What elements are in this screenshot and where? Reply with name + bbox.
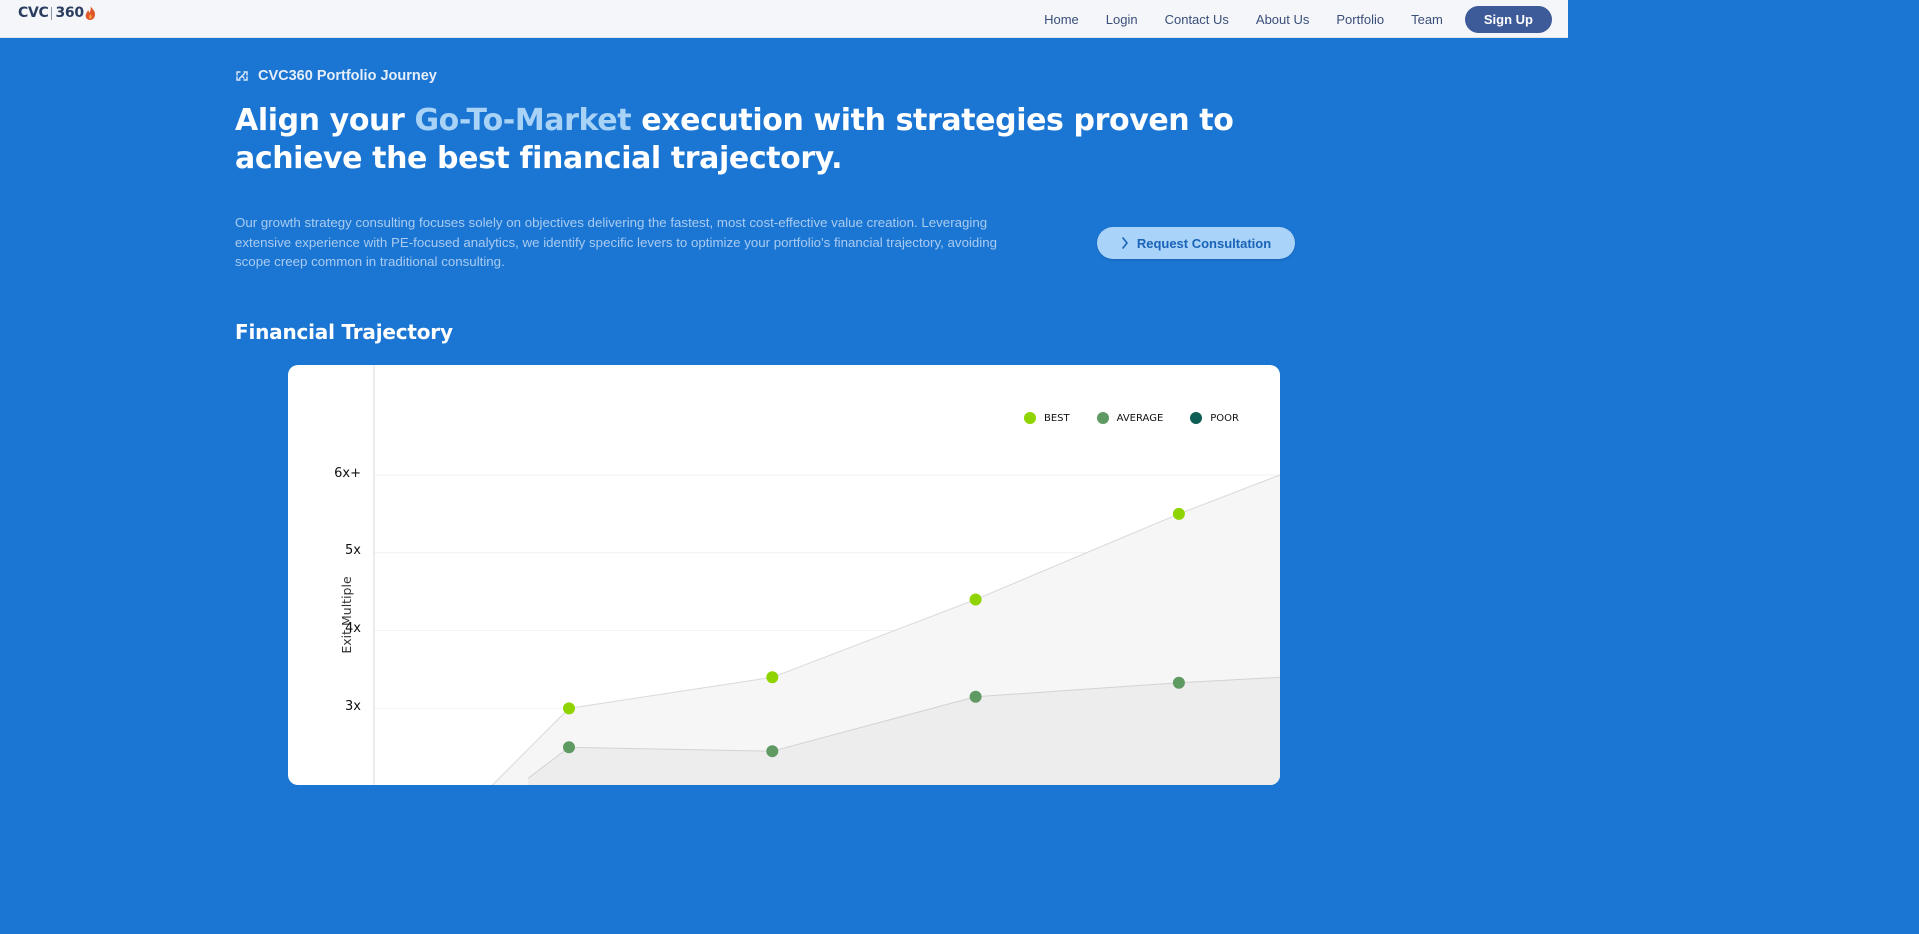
request-consultation-button[interactable]: Request Consultation: [1097, 227, 1295, 259]
nav-portfolio[interactable]: Portfolio: [1336, 12, 1384, 27]
sign-up-button[interactable]: Sign Up: [1464, 5, 1552, 33]
y-tick-label: 5x: [345, 543, 361, 558]
top-navbar: CVC 360 Home Login Contact Us About Us P…: [0, 0, 1568, 38]
headline-pre: Align your: [235, 103, 415, 138]
average-point: [563, 741, 575, 754]
legend-item-poor: POOR: [1190, 412, 1239, 424]
legend-label-average: AVERAGE: [1116, 412, 1164, 424]
average-point: [969, 690, 982, 703]
section-title: Financial Trajectory: [235, 320, 453, 344]
legend-item-best: BEST: [1023, 412, 1070, 424]
chevron-right-icon: [1122, 237, 1128, 249]
headline-highlight: Go-To-Market: [414, 103, 632, 138]
logo[interactable]: CVC 360: [18, 5, 96, 21]
chart-card: BEST AVERAGE POOR Exit Multiple 3x 4x 5x…: [288, 365, 1280, 785]
financial-trajectory-chart: [373, 365, 1280, 785]
best-point: [563, 702, 575, 715]
nav-about-us[interactable]: About Us: [1256, 12, 1309, 27]
logo-text-right: 360: [55, 5, 84, 21]
legend-dot-poor: [1190, 412, 1203, 424]
logo-text-left: CVC: [18, 5, 49, 21]
flame-icon: [85, 6, 95, 20]
hero-headline: Align your Go-To-Market execution with s…: [235, 102, 1315, 178]
eyebrow: CVC360 Portfolio Journey: [235, 68, 437, 84]
nav-contact-us[interactable]: Contact Us: [1165, 12, 1229, 27]
legend-label-best: BEST: [1043, 412, 1070, 424]
main-nav: Home Login Contact Us About Us Portfolio…: [1017, 0, 1552, 38]
legend-item-average: AVERAGE: [1096, 412, 1164, 424]
chart-legend: BEST AVERAGE POOR: [997, 412, 1239, 424]
hero-description: Our growth strategy consulting focuses s…: [235, 215, 998, 269]
request-consultation-label: Request Consultation: [1136, 235, 1272, 251]
eyebrow-label: CVC360 Portfolio Journey: [258, 68, 437, 84]
legend-dot-best: [1023, 412, 1036, 424]
average-point: [766, 745, 779, 758]
best-point: [969, 593, 982, 606]
best-point: [1172, 507, 1185, 520]
average-point: [1172, 676, 1185, 689]
nav-login[interactable]: Login: [1106, 12, 1138, 27]
y-axis-label: Exit Multiple: [339, 576, 355, 654]
legend-label-poor: POOR: [1210, 412, 1239, 424]
nav-home[interactable]: Home: [1044, 12, 1079, 27]
y-tick-label: 6x+: [334, 466, 361, 481]
logo-divider: [51, 6, 53, 20]
y-tick-label: 3x: [345, 699, 361, 714]
journey-icon: [236, 71, 248, 81]
y-tick-label: 4x: [345, 621, 361, 636]
legend-dot-average: [1096, 412, 1109, 424]
nav-team[interactable]: Team: [1411, 12, 1443, 27]
best-point: [766, 671, 779, 684]
